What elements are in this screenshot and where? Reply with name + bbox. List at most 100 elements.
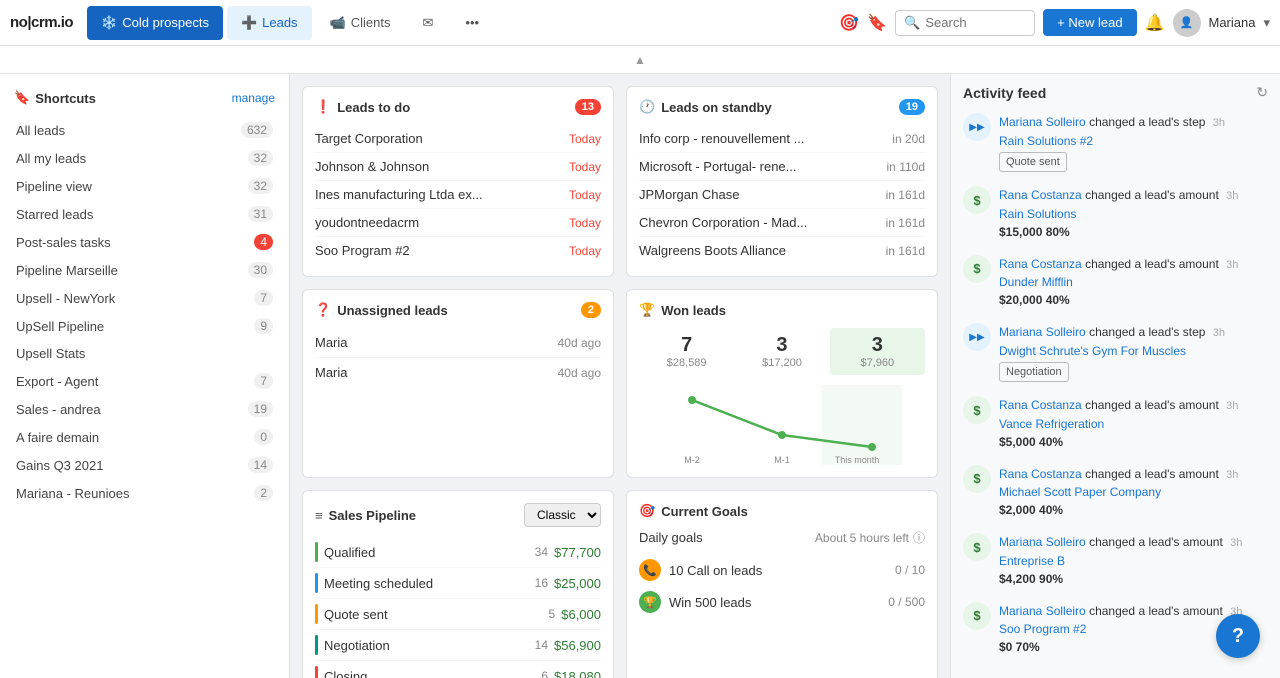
- unassigned-header: ❓ Unassigned leads 2: [315, 302, 601, 318]
- table-row[interactable]: Microsoft - Portugal- rene... in 110d: [639, 153, 925, 181]
- pipeline-row-closing[interactable]: Closing 6 $18,080: [315, 661, 601, 678]
- refresh-icon[interactable]: ↻: [1256, 84, 1268, 101]
- activity-content: Rana Costanza changed a lead's amount 3h…: [999, 186, 1268, 241]
- sidebar-item-upsell-newyork[interactable]: Upsell - NewYork 7: [0, 284, 289, 312]
- activity-avatar: $: [963, 602, 991, 630]
- activity-person[interactable]: Mariana Solleiro: [999, 535, 1086, 549]
- bookmark-icon[interactable]: 🔖: [867, 13, 887, 33]
- won-stat-num: 3: [740, 334, 823, 357]
- leads-icon: ➕: [241, 15, 257, 31]
- chevron-down-icon[interactable]: ▾: [1263, 15, 1270, 31]
- sidebar-item-mariana-reunioes[interactable]: Mariana - Reunioes 2: [0, 479, 289, 507]
- sidebar-item-all-leads[interactable]: All leads 632: [0, 116, 289, 144]
- activity-item: $ Rana Costanza changed a lead's amount …: [963, 396, 1268, 451]
- lead-days: in 20d: [892, 132, 925, 146]
- activity-lead[interactable]: Dunder Mifflin: [999, 275, 1073, 289]
- bell-icon[interactable]: 🔔: [1145, 13, 1165, 33]
- activity-action: changed a lead's amount: [1089, 604, 1223, 618]
- table-row[interactable]: youdontneedacrm Today: [315, 209, 601, 237]
- activity-person[interactable]: Mariana Solleiro: [999, 325, 1086, 339]
- unassigned-leads-card: ❓ Unassigned leads 2 Maria 40d ago Maria…: [302, 289, 614, 478]
- search-box[interactable]: 🔍: [895, 10, 1035, 36]
- pipeline-view-select[interactable]: Classic: [524, 503, 601, 527]
- activity-person[interactable]: Mariana Solleiro: [999, 604, 1086, 618]
- user-name[interactable]: Mariana: [1209, 15, 1256, 30]
- sidebar-item-all-my-leads[interactable]: All my leads 32: [0, 144, 289, 172]
- lead-name: Info corp - renouvellement ...: [639, 131, 804, 146]
- subnav-arrow-icon[interactable]: ▲: [634, 53, 646, 67]
- table-row[interactable]: Maria 40d ago: [315, 328, 601, 358]
- logo: no|crm.io: [10, 14, 73, 31]
- activity-lead[interactable]: Dwight Schrute's Gym For Muscles: [999, 344, 1186, 358]
- activity-content: Rana Costanza changed a lead's amount 3h…: [999, 465, 1268, 520]
- new-lead-button[interactable]: + New lead: [1043, 9, 1136, 36]
- leads-standby-header: 🕐 Leads on standby 19: [639, 99, 925, 115]
- activity-lead[interactable]: Rain Solutions #2: [999, 134, 1093, 148]
- lead-date: Today: [569, 160, 601, 174]
- activity-tag: Quote sent: [999, 152, 1067, 173]
- sidebar-item-pipeline-view[interactable]: Pipeline view 32: [0, 172, 289, 200]
- pipeline-stage-name: Negotiation: [324, 638, 529, 653]
- activity-header: Activity feed ↻: [963, 84, 1268, 101]
- sidebar-item-starred-leads[interactable]: Starred leads 31: [0, 200, 289, 228]
- nav-tab-leads[interactable]: ➕ Leads: [227, 6, 312, 40]
- sidebar: 🔖 Shortcuts manage All leads 632 All my …: [0, 74, 290, 678]
- target-icon[interactable]: 🎯: [839, 13, 859, 33]
- sidebar-item-pipeline-marseille[interactable]: Pipeline Marseille 30: [0, 256, 289, 284]
- pipeline-stage-name: Quote sent: [324, 607, 543, 622]
- nav-tab-clients[interactable]: 📹 Clients: [316, 6, 405, 40]
- activity-person[interactable]: Mariana Solleiro: [999, 115, 1086, 129]
- nav-tab-more[interactable]: •••: [451, 6, 493, 40]
- activity-title: Activity feed: [963, 85, 1046, 101]
- main-content: ❗ Leads to do 13 Target Corporation Toda…: [290, 74, 950, 678]
- help-button[interactable]: ?: [1216, 614, 1260, 658]
- table-row[interactable]: Chevron Corporation - Mad... in 161d: [639, 209, 925, 237]
- sidebar-item-a-faire-demain[interactable]: A faire demain 0: [0, 423, 289, 451]
- pipeline-row-negotiation[interactable]: Negotiation 14 $56,900: [315, 630, 601, 661]
- pipeline-bar: [315, 542, 318, 562]
- sidebar-item-upsell-stats[interactable]: Upsell Stats: [0, 340, 289, 367]
- pipeline-row-quote[interactable]: Quote sent 5 $6,000: [315, 599, 601, 630]
- sidebar-item-upsell-pipeline[interactable]: UpSell Pipeline 9: [0, 312, 289, 340]
- table-row[interactable]: Ines manufacturing Ltda ex... Today: [315, 181, 601, 209]
- activity-time: 3h: [1213, 117, 1225, 129]
- manage-link[interactable]: manage: [232, 91, 275, 105]
- activity-time: 3h: [1226, 400, 1238, 412]
- leads-standby-card: 🕐 Leads on standby 19 Info corp - renouv…: [626, 86, 938, 277]
- pipeline-row-qualified[interactable]: Qualified 34 $77,700: [315, 537, 601, 568]
- sidebar-item-sales-andrea[interactable]: Sales - andrea 19: [0, 395, 289, 423]
- sidebar-item-gains-q3[interactable]: Gains Q3 2021 14: [0, 451, 289, 479]
- activity-amount: $2,000 40%: [999, 503, 1063, 517]
- lead-time: 40d ago: [558, 336, 601, 350]
- search-input[interactable]: [925, 15, 1026, 30]
- activity-person[interactable]: Rana Costanza: [999, 467, 1082, 481]
- cold-icon: ❄️: [101, 15, 117, 31]
- activity-lead[interactable]: Vance Refrigeration: [999, 417, 1104, 431]
- sidebar-item-post-sales[interactable]: Post-sales tasks 4: [0, 228, 289, 256]
- table-row[interactable]: JPMorgan Chase in 161d: [639, 181, 925, 209]
- activity-person[interactable]: Rana Costanza: [999, 188, 1082, 202]
- nav-tab-cold-prospects[interactable]: ❄️ Cold prospects: [87, 6, 223, 40]
- email-icon: ✉: [423, 15, 434, 31]
- nav-tab-label: Clients: [351, 15, 391, 30]
- table-row[interactable]: Soo Program #2 Today: [315, 237, 601, 264]
- table-row[interactable]: Maria 40d ago: [315, 358, 601, 387]
- won-stat-amount: $7,960: [836, 357, 919, 369]
- activity-lead[interactable]: Rain Solutions: [999, 207, 1076, 221]
- activity-time: 3h: [1226, 469, 1238, 481]
- table-row[interactable]: Johnson & Johnson Today: [315, 153, 601, 181]
- activity-person[interactable]: Rana Costanza: [999, 257, 1082, 271]
- activity-lead[interactable]: Entreprise B: [999, 554, 1065, 568]
- activity-lead[interactable]: Michael Scott Paper Company: [999, 485, 1161, 499]
- sidebar-item-export-agent[interactable]: Export - Agent 7: [0, 367, 289, 395]
- activity-content: Rana Costanza changed a lead's amount 3h…: [999, 396, 1268, 451]
- table-row[interactable]: Target Corporation Today: [315, 125, 601, 153]
- table-row[interactable]: Info corp - renouvellement ... in 20d: [639, 125, 925, 153]
- table-row[interactable]: Walgreens Boots Alliance in 161d: [639, 237, 925, 264]
- activity-lead[interactable]: Soo Program #2: [999, 622, 1086, 636]
- goals-icon: 🎯: [639, 503, 655, 519]
- nav-tab-email[interactable]: ✉: [409, 6, 448, 40]
- activity-person[interactable]: Rana Costanza: [999, 398, 1082, 412]
- sidebar-item-count: 7: [254, 290, 273, 306]
- pipeline-row-meeting[interactable]: Meeting scheduled 16 $25,000: [315, 568, 601, 599]
